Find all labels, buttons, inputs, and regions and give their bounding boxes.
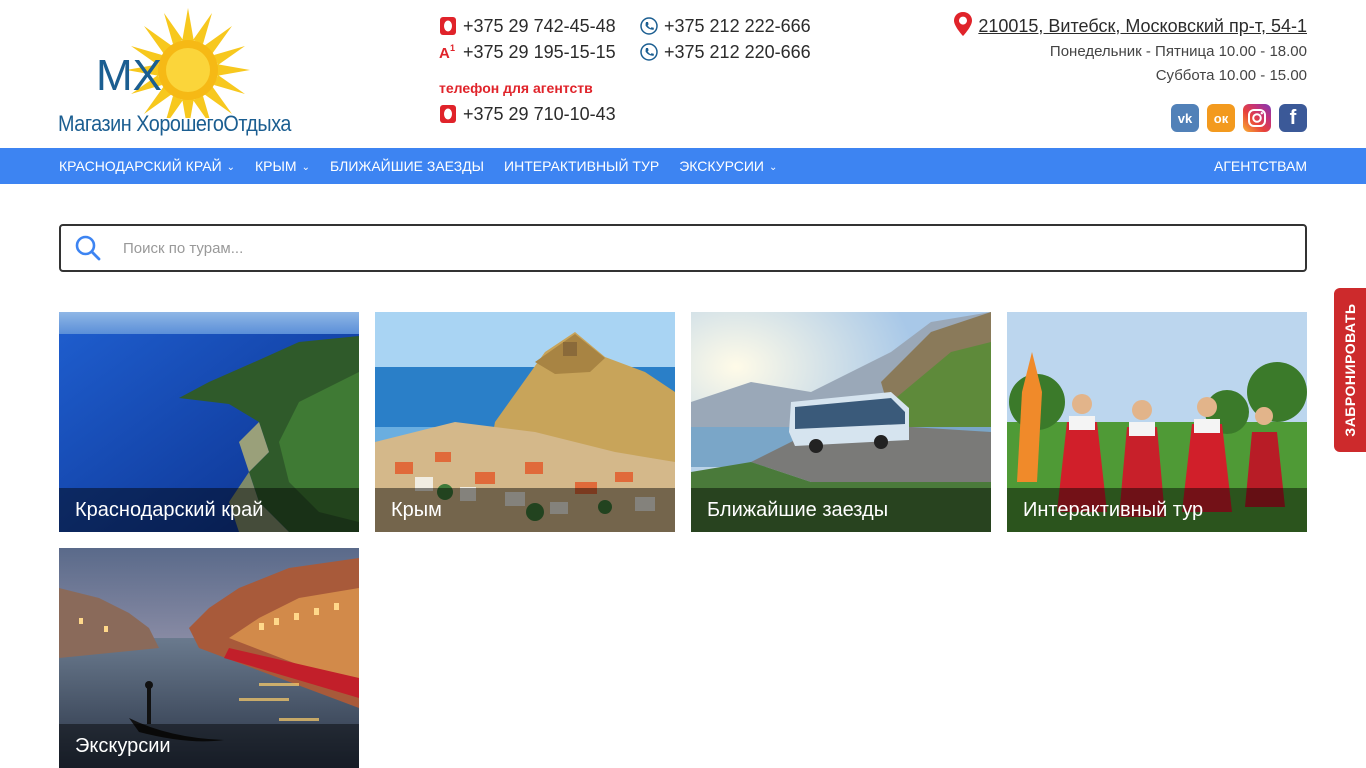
card-nearest[interactable]: Ближайшие заезды [691, 312, 991, 532]
nav-item-label: Экскурсии [679, 158, 764, 174]
nav-item-excursions[interactable]: Экскурсии ⌄ [679, 158, 777, 174]
nav-item-label: Ближайшие заезды [329, 158, 485, 174]
site-logo[interactable]: MX Магазин ХорошегоОтдыха [58, 8, 303, 140]
nav-item-crimea[interactable]: Крым ⌄ [255, 158, 310, 174]
search-bar [59, 224, 1307, 272]
nav-item-agencies[interactable]: Агентствам [1214, 148, 1307, 184]
contacts-block: 210015, Витебск, Московский пр-т, 54-1 П… [954, 11, 1307, 88]
chevron-down-icon: ⌄ [301, 161, 310, 173]
odnoklassniki-icon[interactable]: ок [1207, 104, 1235, 132]
nav-item-label: Краснодарский край [59, 158, 222, 174]
card-interactive[interactable]: Интерактивный тур [1007, 312, 1307, 532]
a1-icon: A1 [439, 43, 457, 61]
phone-number: +375 29 195-15-15 [463, 41, 616, 62]
agency-label: телефон для агентств [439, 80, 593, 96]
card-label: Ближайшие заезды [707, 499, 889, 521]
mts-icon [439, 17, 457, 35]
address-text: 210015, Витебск, Московский пр-т, 54-1 [978, 15, 1307, 36]
phone-number: +375 29 742-45-48 [463, 15, 616, 36]
nav-item-interactive[interactable]: Интерактивный тур [504, 158, 659, 174]
svg-text:1: 1 [450, 43, 455, 53]
phone-landline-2[interactable]: +375 212 220-666 [640, 40, 811, 64]
phone-agency[interactable]: +375 29 710-10-43 [439, 102, 616, 126]
book-now-tab[interactable]: ЗАБРОНИРОВАТЬ [1334, 288, 1366, 452]
card-label: Краснодарский край [75, 499, 264, 521]
mts-icon [439, 105, 457, 123]
card-excursions[interactable]: Экскурсии [59, 548, 359, 768]
phone-mts[interactable]: +375 29 742-45-48 [439, 14, 616, 38]
chevron-down-icon: ⌄ [768, 161, 778, 173]
phone-icon [640, 17, 658, 35]
chevron-down-icon: ⌄ [226, 161, 236, 173]
site-header: MX Магазин ХорошегоОтдыха +375 29 742-45… [0, 0, 1366, 148]
sun-logo-icon: MX [96, 8, 250, 118]
card-crimea[interactable]: Крым [375, 312, 675, 532]
vk-icon[interactable]: vk [1171, 104, 1199, 132]
instagram-icon[interactable] [1243, 104, 1271, 132]
address-link[interactable]: 210015, Витебск, Московский пр-т, 54-1 [954, 11, 1307, 41]
card-label: Крым [391, 499, 442, 521]
search-icon[interactable] [63, 226, 113, 270]
phone-number: +375 212 220-666 [664, 41, 811, 62]
phone-number: +375 29 710-10-43 [463, 103, 616, 124]
nav-item-nearest[interactable]: Ближайшие заезды [330, 158, 484, 174]
phone-icon [640, 43, 658, 61]
phone-number: +375 212 222-666 [664, 15, 811, 36]
search-input[interactable] [123, 239, 1223, 257]
logo-mark: MX [96, 51, 162, 100]
card-label: Интерактивный тур [1023, 499, 1204, 521]
svg-text:A: A [439, 45, 450, 61]
hours-saturday: Суббота 10.00 - 15.00 [1155, 67, 1307, 84]
card-krasnodar[interactable]: Краснодарский край [59, 312, 359, 532]
map-pin-icon [954, 11, 973, 41]
facebook-icon[interactable]: f [1279, 104, 1307, 132]
logo-text: Магазин ХорошегоОтдыха [58, 111, 291, 136]
book-now-label: ЗАБРОНИРОВАТЬ [1342, 303, 1358, 437]
nav-item-label: Интерактивный тур [504, 158, 660, 174]
social-links: vk ок f [1171, 104, 1307, 132]
main-nav: Краснодарский край ⌄ Крым ⌄ Ближайшие за… [0, 148, 1366, 184]
nav-item-label: Крым [255, 158, 297, 174]
phone-landline-1[interactable]: +375 212 222-666 [640, 14, 811, 38]
hours-weekdays: Понедельник - Пятница 10.00 - 18.00 [1049, 43, 1307, 60]
phone-a1[interactable]: A1 +375 29 195-15-15 [439, 40, 616, 64]
nav-item-krasnodar[interactable]: Краснодарский край ⌄ [59, 158, 235, 174]
card-label: Экскурсии [75, 735, 171, 757]
